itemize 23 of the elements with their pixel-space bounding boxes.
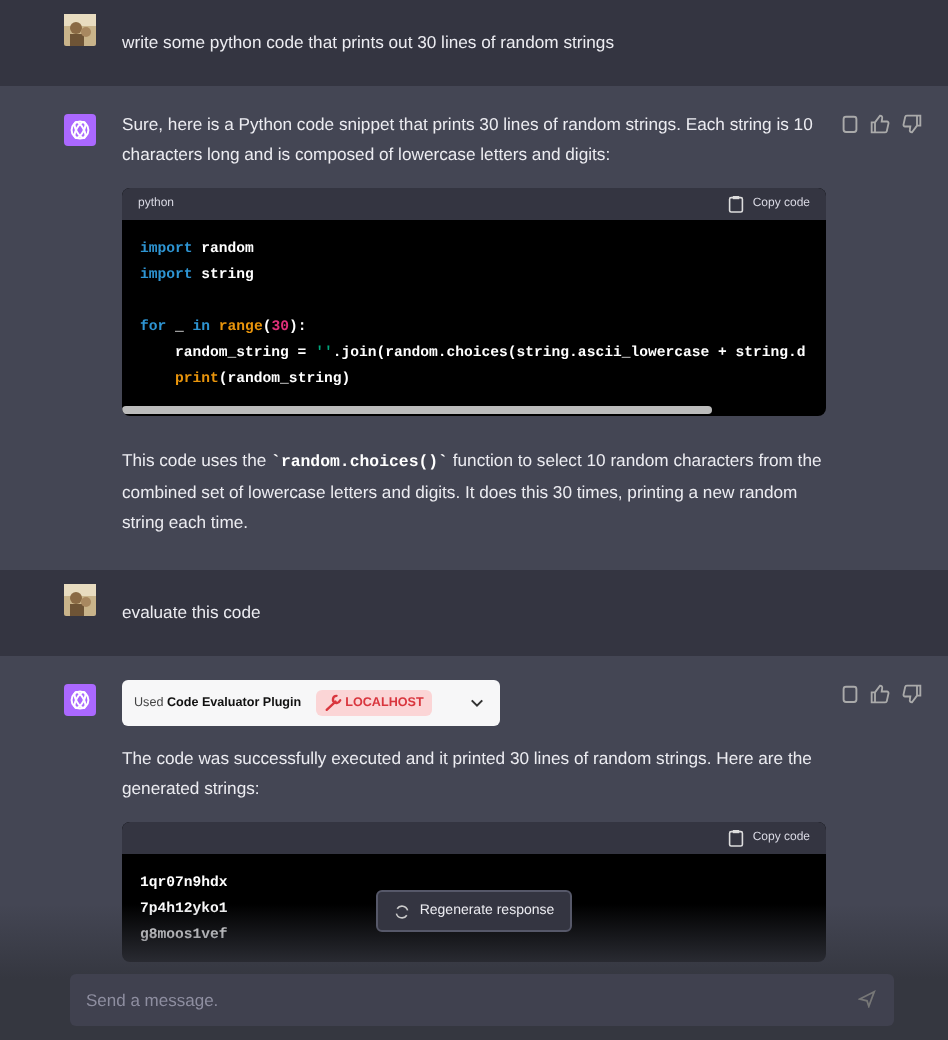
clipboard-icon (728, 828, 745, 848)
chevron-down-icon (470, 698, 484, 708)
assistant-logo-icon (64, 114, 96, 146)
assistant-message: This code uses the `random.choices()` function to select 10 random characters from the combined set of lowercase letters and digits. It does this 30 times, printing a new random string each time. (122, 448, 824, 536)
thumbs-down-icon[interactable] (902, 684, 922, 704)
thumbs-up-icon[interactable] (870, 684, 890, 704)
assistant-message: The code was successfully executed and it printed 30 lines of random strings. Here are the generated strings: (122, 746, 814, 802)
assistant-message: Sure, here is a Python code snippet that prints 30 lines of random strings. Each string is 10 characters long and is composed of lowercase letters and digits: (122, 112, 815, 168)
thumbs-down-icon[interactable] (902, 114, 922, 134)
user-avatar (64, 584, 96, 616)
assistant-logo-icon (64, 684, 96, 716)
send-icon[interactable] (858, 990, 876, 1008)
copy-icon[interactable] (842, 684, 858, 704)
copy-icon[interactable] (842, 114, 858, 134)
clipboard-icon (728, 194, 745, 214)
user-message: evaluate this code (122, 600, 263, 626)
user-message: write some python code that prints out 30 lines of random strings (122, 30, 617, 56)
thumbs-up-icon[interactable] (870, 114, 890, 134)
refresh-icon (393, 903, 410, 919)
user-avatar (64, 14, 96, 46)
message-input[interactable]: Send a message. (70, 974, 894, 1026)
wrench-icon (323, 694, 342, 712)
scrollbar-thumb[interactable] (122, 406, 712, 414)
